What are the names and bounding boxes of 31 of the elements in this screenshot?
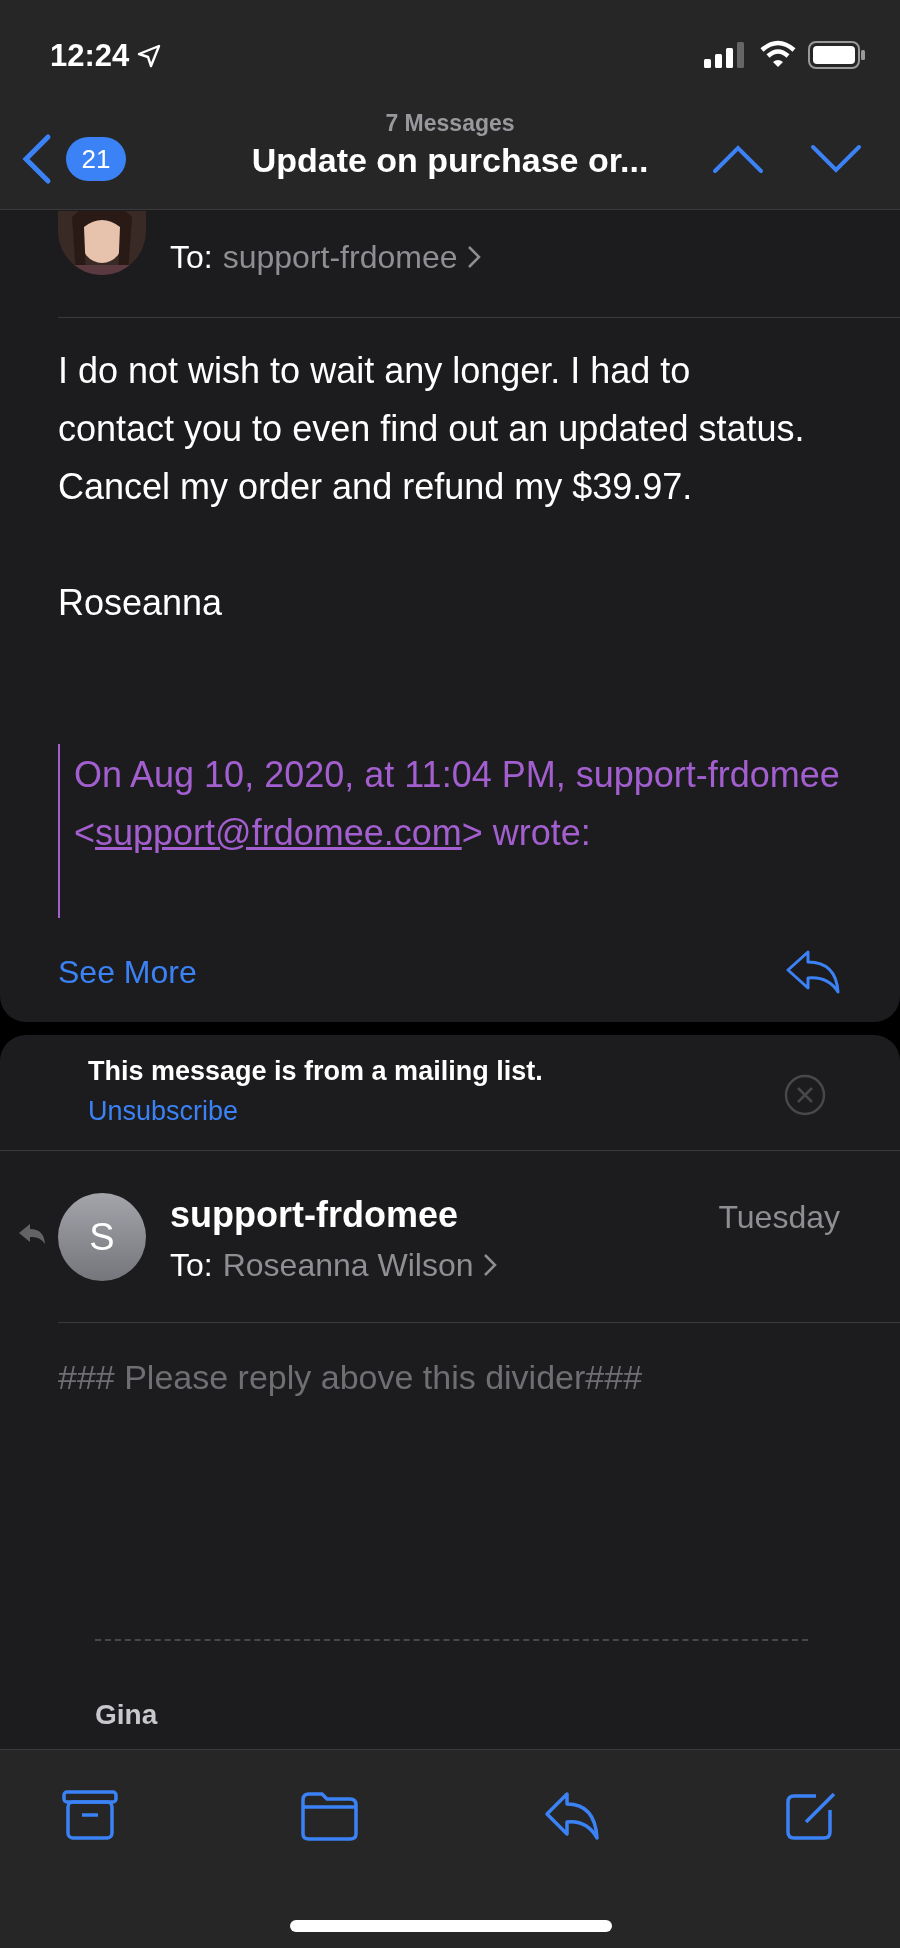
message-count: 7 Messages: [384, 109, 516, 138]
quote-text: On Aug 10, 2020, at 11:04 PM, support-frdomee <support@frdomee.com> wrote:: [74, 753, 841, 855]
chevron-icon: [467, 245, 482, 269]
unread-count-badge[interactable]: 21: [66, 137, 126, 181]
signature: Gina: [95, 1698, 158, 1732]
to-label: To:: [170, 1246, 213, 1285]
mailing-list-notice: This message is from a mailing list.: [88, 1055, 543, 1088]
location-icon: [137, 44, 162, 68]
status-time: 12:24: [50, 37, 130, 75]
email-link[interactable]: support@frdomee.com: [95, 812, 462, 853]
recipient-link[interactable]: support-frdomee: [222, 235, 458, 279]
see-more-link[interactable]: See More: [58, 950, 197, 994]
down-arrow-icon[interactable]: [810, 143, 862, 175]
avatar-initial: S: [58, 1193, 146, 1281]
reply-icon[interactable]: [784, 948, 842, 994]
unsubscribe-link[interactable]: Unsubscribe: [88, 1093, 239, 1129]
body-paragraph: ### Please reply above this divider###: [58, 1357, 643, 1398]
up-arrow-icon[interactable]: [712, 143, 764, 175]
sender-name: support-frdomee: [170, 1193, 458, 1237]
body-paragraph: Roseanna: [58, 581, 224, 625]
wifi-icon: [760, 40, 796, 68]
to-label: To:: [170, 238, 213, 277]
folder-icon[interactable]: [300, 1790, 360, 1844]
body-paragraph: I do not wish to wait any longer. I had to contact you to even find out an updated status. Cancel my order and refund my $39.97.: [58, 349, 806, 509]
chevron-icon: [483, 1253, 498, 1277]
email-subject: Update on purchase or...: [250, 140, 650, 181]
back-icon[interactable]: [20, 133, 52, 185]
battery-icon: [808, 41, 866, 69]
message-date: Tuesday: [718, 1198, 840, 1237]
signal-icon: [704, 42, 746, 68]
recipient-link[interactable]: Roseanna Wilson: [222, 1243, 474, 1287]
